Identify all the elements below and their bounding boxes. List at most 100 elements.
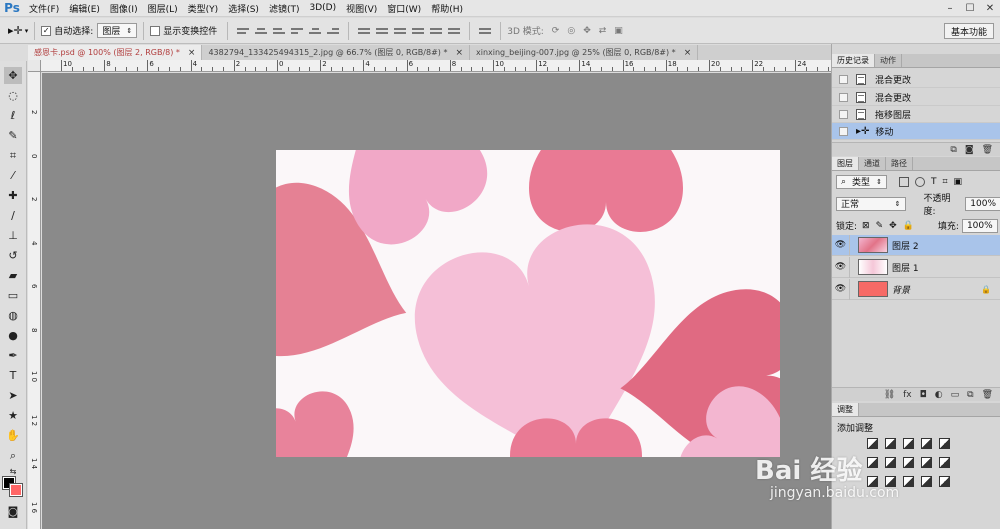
- document-canvas[interactable]: [276, 150, 780, 457]
- path-select-tool-icon[interactable]: ➤: [4, 387, 22, 404]
- menu-type[interactable]: 类型(Y): [183, 2, 224, 15]
- dodge-tool-icon[interactable]: ●: [4, 327, 22, 344]
- align-bottom-icon[interactable]: [273, 25, 286, 37]
- menu-view[interactable]: 视图(V): [341, 2, 382, 15]
- menu-select[interactable]: 选择(S): [223, 2, 264, 15]
- distribute-right-icon[interactable]: [448, 25, 461, 37]
- selective-color-icon[interactable]: [939, 476, 950, 487]
- background-color-swatch[interactable]: [9, 483, 23, 497]
- eyedropper-tool-icon[interactable]: ⁄: [4, 167, 22, 184]
- canvas-area[interactable]: [42, 73, 831, 529]
- eraser-tool-icon[interactable]: ▰: [4, 267, 22, 284]
- blend-mode-select[interactable]: 正常 ⇕: [836, 196, 906, 211]
- move-tool-preset-icon[interactable]: ▸✛: [8, 24, 23, 37]
- new-document-from-state-icon[interactable]: ⧉: [950, 145, 956, 155]
- distribute-vcenter-icon[interactable]: [376, 25, 389, 37]
- trash-icon[interactable]: 🗑: [982, 390, 993, 400]
- tab-adjustments[interactable]: 调整: [832, 403, 859, 416]
- curves-icon[interactable]: [903, 438, 914, 449]
- link-icon[interactable]: ⛓: [884, 390, 895, 400]
- eye-icon[interactable]: 👁: [832, 234, 850, 256]
- history-checkbox[interactable]: [839, 109, 848, 119]
- eye-icon[interactable]: 👁: [832, 278, 850, 300]
- healing-brush-tool-icon[interactable]: ✚: [4, 187, 22, 204]
- lock-transparent-icon[interactable]: ⊠: [862, 221, 870, 231]
- lock-all-icon[interactable]: 🔒: [903, 221, 914, 231]
- zoom-tool-icon[interactable]: ⌕: [4, 447, 22, 464]
- marquee-tool-icon[interactable]: ◌: [4, 87, 22, 104]
- levels-icon[interactable]: [885, 438, 896, 449]
- vibrance-icon[interactable]: [939, 438, 950, 449]
- brightness-icon[interactable]: [867, 438, 878, 449]
- auto-align-icon[interactable]: [479, 25, 492, 37]
- maximize-icon[interactable]: ☐: [960, 0, 980, 17]
- blur-tool-icon[interactable]: ◍: [4, 307, 22, 324]
- eye-icon[interactable]: 👁: [832, 256, 850, 278]
- align-right-icon[interactable]: [327, 25, 340, 37]
- history-item[interactable]: 混合更改: [832, 89, 1000, 106]
- shape-tool-icon[interactable]: ★: [4, 407, 22, 424]
- distribute-hcenter-icon[interactable]: [430, 25, 443, 37]
- 3d-slide-icon[interactable]: ⇄: [599, 26, 607, 36]
- shape-filter-icon[interactable]: ⌗: [942, 177, 947, 187]
- minimize-icon[interactable]: –: [940, 0, 960, 17]
- history-brush-tool-icon[interactable]: ↺: [4, 247, 22, 264]
- photo-filter-icon[interactable]: [921, 457, 932, 468]
- auto-select-checkbox[interactable]: ✓: [41, 25, 52, 36]
- tab-actions[interactable]: 动作: [875, 54, 902, 67]
- menu-3d[interactable]: 3D(D): [304, 3, 341, 13]
- menu-layer[interactable]: 图层(L): [143, 2, 183, 15]
- lock-position-icon[interactable]: ✥: [889, 221, 897, 231]
- hue-saturation-icon[interactable]: [867, 457, 878, 468]
- opacity-input[interactable]: 100%: [965, 196, 1000, 211]
- tab-channels[interactable]: 通道: [859, 157, 886, 170]
- horizontal-ruler[interactable]: 10 8 6 4 2 0 2 4 6 8 10 12 14 16 18 20 22 24: [41, 60, 831, 72]
- history-item[interactable]: 混合更改: [832, 71, 1000, 88]
- 3d-rotate-icon[interactable]: ⟳: [552, 26, 560, 36]
- pen-tool-icon[interactable]: ✒: [4, 347, 22, 364]
- close-icon[interactable]: ×: [455, 48, 463, 58]
- fill-input[interactable]: 100%: [961, 218, 998, 233]
- menu-filter[interactable]: 滤镜(T): [264, 2, 305, 15]
- group-icon[interactable]: ▭: [951, 390, 960, 400]
- lasso-tool-icon[interactable]: ℓ: [4, 107, 22, 124]
- menu-help[interactable]: 帮助(H): [426, 2, 468, 15]
- history-item[interactable]: 拖移图层: [832, 106, 1000, 123]
- brush-tool-icon[interactable]: ∕: [4, 207, 22, 224]
- 3d-pan-icon[interactable]: ✥: [583, 26, 591, 36]
- tab-layers[interactable]: 图层: [832, 157, 859, 170]
- threshold-icon[interactable]: [903, 476, 914, 487]
- quick-select-tool-icon[interactable]: ✎: [4, 127, 22, 144]
- mask-icon[interactable]: ◘: [920, 390, 927, 400]
- gradient-tool-icon[interactable]: ▭: [4, 287, 22, 304]
- adjustment-filter-icon[interactable]: [914, 176, 925, 187]
- workspace-select[interactable]: 基本功能: [943, 23, 994, 39]
- vertical-ruler[interactable]: 2 0 2 4 6 8 1 0 1 2 1 4 1 6: [28, 72, 41, 529]
- close-icon[interactable]: ×: [684, 48, 692, 58]
- distribute-bottom-icon[interactable]: [394, 25, 407, 37]
- color-balance-icon[interactable]: [885, 457, 896, 468]
- tab-history[interactable]: 历史记录: [832, 54, 875, 67]
- pixel-filter-icon[interactable]: [898, 176, 909, 187]
- lock-pixels-icon[interactable]: ✎: [876, 221, 884, 231]
- align-hcenter-icon[interactable]: [309, 25, 322, 37]
- layer-row-layer-2[interactable]: 👁 图层 2: [832, 234, 1000, 256]
- type-tool-icon[interactable]: T: [4, 367, 22, 384]
- ruler-origin[interactable]: [28, 60, 41, 72]
- quick-mask-icon[interactable]: ◙: [4, 503, 22, 520]
- history-checkbox[interactable]: [839, 92, 848, 102]
- exposure-icon[interactable]: [921, 438, 932, 449]
- menu-window[interactable]: 窗口(W): [382, 2, 426, 15]
- tab-paths[interactable]: 路径: [886, 157, 913, 170]
- tab-document-3[interactable]: xinxing_beijing-007.jpg @ 25% (图层 0, RGB…: [470, 45, 699, 60]
- menu-edit[interactable]: 编辑(E): [64, 2, 105, 15]
- tab-document-2[interactable]: 4382794_133425494315_2.jpg @ 66.7% (图层 0…: [202, 45, 470, 60]
- menu-file[interactable]: 文件(F): [24, 2, 64, 15]
- chevron-down-icon[interactable]: ▾: [25, 27, 29, 35]
- close-icon[interactable]: ✕: [980, 0, 1000, 17]
- fx-icon[interactable]: fx: [903, 390, 912, 400]
- layer-filter-select[interactable]: ⌕ 类型 ⇕: [836, 174, 887, 189]
- gradient-map-icon[interactable]: [921, 476, 932, 487]
- close-icon[interactable]: ×: [188, 48, 196, 58]
- type-filter-icon[interactable]: T: [931, 177, 937, 187]
